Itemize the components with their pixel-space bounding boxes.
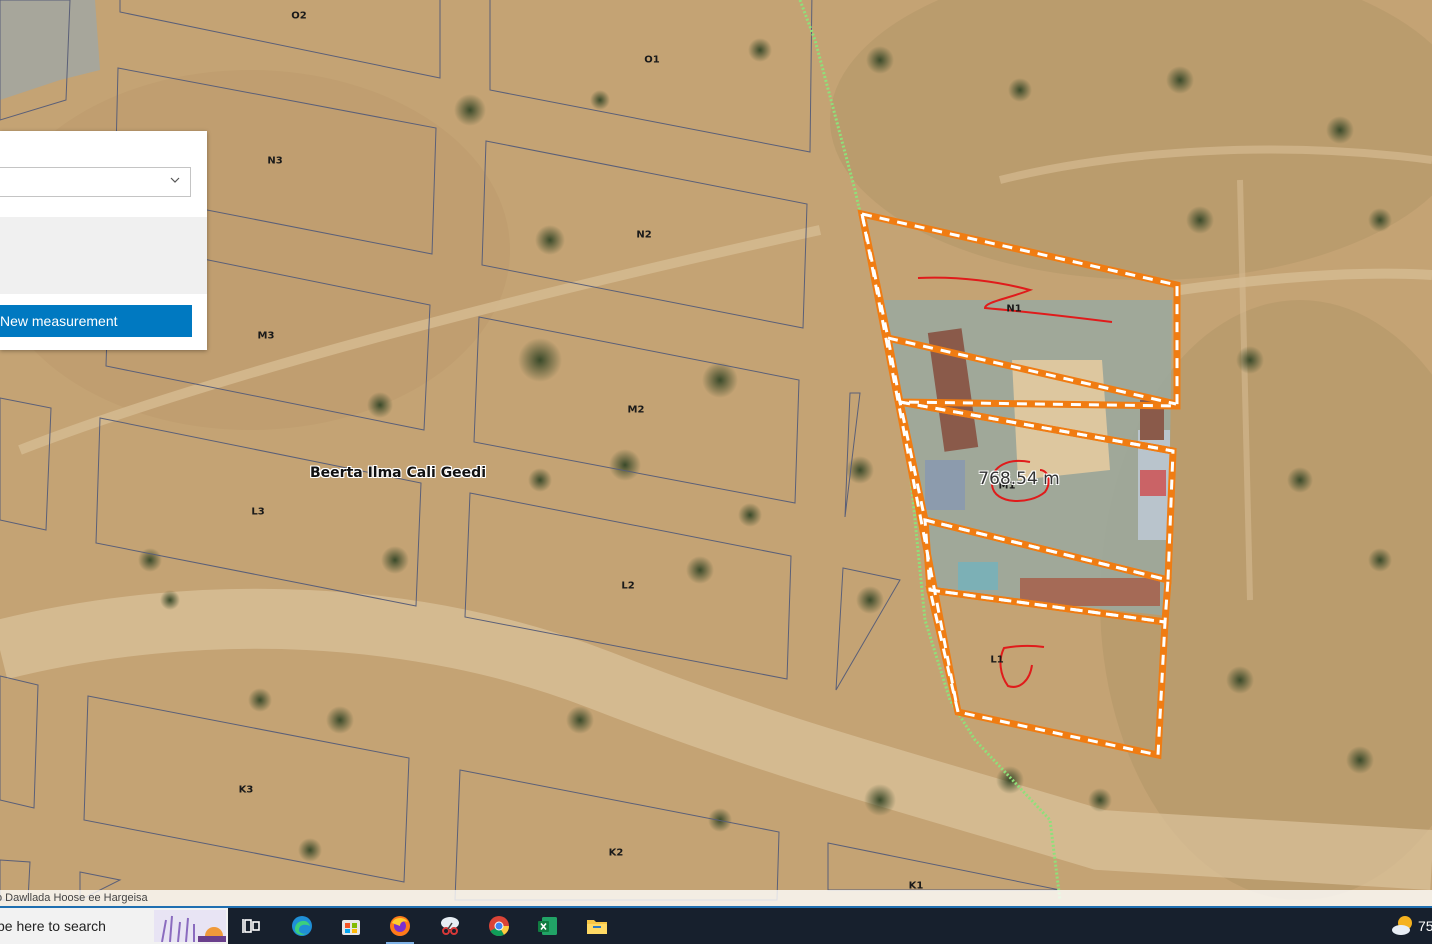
excel-icon[interactable] bbox=[524, 908, 572, 944]
windows-taskbar: pe here to search 75 bbox=[0, 906, 1432, 944]
store-icon[interactable] bbox=[327, 908, 375, 944]
search-placeholder: pe here to search bbox=[0, 918, 106, 934]
edge-icon[interactable] bbox=[278, 908, 326, 944]
chrome-icon[interactable] bbox=[475, 908, 523, 944]
attribution-text: o Dawllada Hoose ee Hargeisa bbox=[0, 892, 148, 904]
map-attribution: o Dawllada Hoose ee Hargeisa bbox=[0, 890, 1432, 906]
unit-select[interactable] bbox=[0, 167, 191, 197]
parcel-label-k2: K2 bbox=[608, 847, 624, 859]
satellite-imagery bbox=[0, 0, 1432, 906]
task-view-icon[interactable] bbox=[228, 908, 276, 944]
parcel-label-l2: L2 bbox=[621, 580, 635, 592]
parcel-label-l3: L3 bbox=[251, 506, 265, 518]
taskbar-search-box[interactable]: pe here to search bbox=[0, 908, 228, 944]
parcel-label-o2: O2 bbox=[291, 10, 307, 22]
weather-icon bbox=[1392, 916, 1412, 935]
parcel-label-o1: O1 bbox=[644, 54, 660, 66]
measurement-widget: New measurement bbox=[0, 131, 207, 350]
measurement-result-area bbox=[0, 217, 207, 294]
parcel-label-m2: M2 bbox=[627, 404, 645, 416]
search-highlight-image bbox=[154, 910, 226, 942]
parcel-label-n1: N1 bbox=[1006, 303, 1022, 315]
parcel-label-l1: L1 bbox=[990, 654, 1004, 666]
file-explorer-icon[interactable] bbox=[573, 908, 621, 944]
map-view[interactable]: O2 O1 N3 N2 N1 M3 M2 M1 L3 L2 L1 K3 K2 K… bbox=[0, 0, 1432, 906]
measurement-value-label: 768.54 m bbox=[978, 469, 1060, 489]
weather-widget[interactable]: 75 bbox=[1388, 908, 1432, 944]
snipping-tool-icon[interactable] bbox=[426, 908, 474, 944]
place-label: Beerta Ilma Cali Geedi bbox=[310, 465, 486, 481]
parcel-label-n3: N3 bbox=[267, 155, 283, 167]
chevron-down-icon bbox=[170, 177, 180, 183]
weather-temperature: 75 bbox=[1418, 918, 1432, 934]
parcel-label-k3: K3 bbox=[238, 784, 254, 796]
parcel-label-n2: N2 bbox=[636, 229, 652, 241]
parcel-label-m3: M3 bbox=[257, 330, 275, 342]
new-measurement-button[interactable]: New measurement bbox=[0, 305, 192, 337]
firefox-icon[interactable] bbox=[376, 908, 424, 944]
